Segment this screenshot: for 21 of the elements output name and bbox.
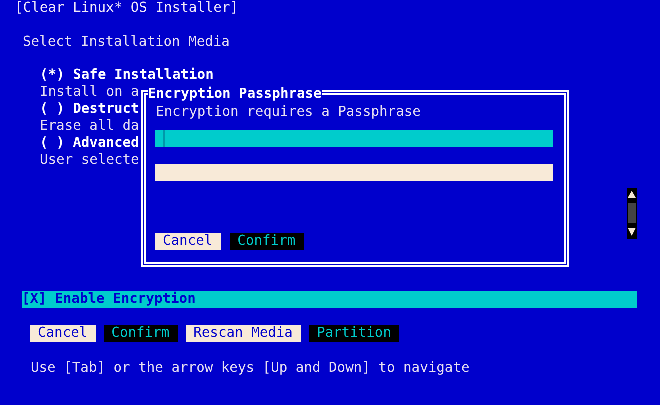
radio-option[interactable]: (*) Safe Installation bbox=[40, 67, 214, 84]
passphrase-field[interactable] bbox=[155, 164, 553, 181]
action-button[interactable]: Partition bbox=[308, 325, 400, 342]
radio-option[interactable]: ( ) Advanced bbox=[40, 135, 140, 152]
window-title: [Clear Linux* OS Installer] bbox=[15, 0, 239, 17]
option-description: User selecte bbox=[40, 152, 140, 169]
encryption-checkbox[interactable]: [X] Enable Encryption bbox=[22, 291, 637, 308]
action-button[interactable]: Rescan Media bbox=[186, 325, 301, 342]
scrollbar-drawing[interactable] bbox=[627, 188, 637, 239]
action-button[interactable]: Cancel bbox=[30, 325, 96, 342]
dialog-button[interactable]: Confirm bbox=[230, 233, 304, 250]
section-heading: Select Installation Media bbox=[23, 34, 230, 51]
option-description: Erase all da bbox=[40, 118, 140, 135]
help-text: Use [Tab] or the arrow keys [Up and Down] to navigate bbox=[31, 360, 470, 377]
radio-option[interactable]: ( ) Destruct bbox=[40, 101, 140, 118]
passphrase-field[interactable] bbox=[155, 130, 553, 147]
dialog-title: Encryption Passphrase bbox=[148, 86, 322, 103]
dialog-button[interactable]: Cancel bbox=[155, 233, 221, 250]
option-description: Install on a bbox=[40, 84, 140, 101]
dialog-message: Encryption requires a Passphrase bbox=[156, 104, 421, 121]
action-button[interactable]: Confirm bbox=[104, 325, 178, 342]
